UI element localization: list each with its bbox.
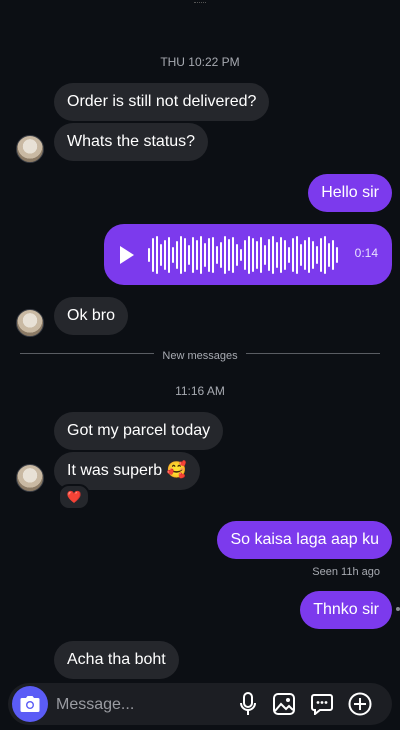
- outgoing-message[interactable]: Thnko sir: [300, 591, 392, 629]
- sticker-icon: [311, 694, 333, 715]
- message-composer: [8, 683, 392, 727]
- scroll-indicator: [396, 607, 400, 611]
- waveform-bar: [212, 236, 214, 273]
- waveform-bar: [320, 237, 322, 272]
- camera-icon: [20, 696, 40, 712]
- plus-button[interactable]: [348, 692, 372, 716]
- microphone-button[interactable]: [236, 692, 260, 716]
- play-icon[interactable]: [120, 246, 134, 264]
- waveform-bar: [264, 244, 266, 265]
- waveform-bar: [244, 239, 246, 270]
- waveform-bar: [312, 240, 314, 269]
- waveform-bar: [168, 236, 170, 273]
- incoming-message[interactable]: Whats the status?: [54, 123, 209, 161]
- waveform-bar: [324, 235, 326, 274]
- waveform-bar: [252, 237, 254, 272]
- waveform-bar: [336, 246, 338, 263]
- waveform-bar: [232, 236, 234, 273]
- timestamp-thu: THU 10:22 PM: [160, 55, 240, 69]
- outgoing-message[interactable]: Hello sir: [308, 174, 392, 212]
- waveform-bar: [164, 239, 166, 270]
- avatar[interactable]: [16, 309, 44, 337]
- incoming-message[interactable]: Order is still not delivered?: [54, 83, 270, 121]
- waveform-bar: [176, 240, 178, 269]
- waveform-bar: [148, 247, 150, 262]
- message-input[interactable]: [54, 683, 238, 727]
- waveform-bar: [308, 236, 310, 273]
- waveform-bar: [292, 237, 294, 272]
- waveform-bar: [204, 242, 206, 267]
- incoming-message[interactable]: Acha tha boht: [54, 641, 179, 679]
- waveform-bar: [220, 241, 222, 268]
- waveform-bar: [152, 237, 154, 272]
- waveform-bar: [332, 239, 334, 270]
- waveform-bar: [240, 248, 242, 261]
- waveform-bar: [216, 245, 218, 264]
- gallery-button[interactable]: [272, 692, 296, 716]
- camera-button[interactable]: [12, 686, 48, 722]
- waveform-bar: [228, 238, 230, 271]
- incoming-message[interactable]: Ok bro: [54, 297, 129, 335]
- waveform-bar: [268, 238, 270, 271]
- waveform-bar: [224, 235, 226, 274]
- plus-icon: [348, 692, 372, 716]
- microphone-icon: [240, 692, 256, 715]
- waveform-bar: [156, 235, 158, 274]
- outgoing-message[interactable]: So kaisa laga aap ku: [217, 521, 392, 559]
- waveform-bar: [184, 237, 186, 272]
- waveform-bar: [208, 237, 210, 272]
- waveform-bar: [272, 235, 274, 274]
- voice-note[interactable]: 0:14: [104, 224, 392, 285]
- waveform-bar: [192, 236, 194, 273]
- waveform-bar: [328, 242, 330, 267]
- gallery-icon: [273, 693, 295, 715]
- waveform-bar: [248, 235, 250, 274]
- waveform: [148, 234, 340, 275]
- waveform-bar: [160, 243, 162, 266]
- waveform-bar: [304, 239, 306, 270]
- waveform-bar: [196, 239, 198, 270]
- waveform-bar: [296, 235, 298, 274]
- waveform-bar: [236, 243, 238, 266]
- new-messages-label: New messages: [154, 350, 246, 362]
- sticker-button[interactable]: [310, 692, 334, 716]
- waveform-bar: [188, 244, 190, 265]
- heart-reaction[interactable]: ❤️: [58, 484, 90, 510]
- voice-duration: 0:14: [354, 246, 378, 260]
- waveform-bar: [288, 246, 290, 263]
- waveform-bar: [172, 246, 174, 263]
- top-edge-indicator: [194, 0, 206, 3]
- incoming-message[interactable]: Got my parcel today: [54, 412, 224, 450]
- waveform-bar: [300, 243, 302, 266]
- avatar[interactable]: [16, 135, 44, 163]
- timestamp-1116: 11:16 AM: [175, 384, 225, 398]
- avatar[interactable]: [16, 464, 44, 492]
- waveform-bar: [260, 236, 262, 273]
- waveform-bar: [256, 240, 258, 269]
- waveform-bar: [316, 245, 318, 264]
- waveform-bar: [200, 235, 202, 274]
- waveform-bar: [276, 241, 278, 268]
- seen-status: Seen 11h ago: [312, 566, 380, 578]
- waveform-bar: [180, 235, 182, 274]
- waveform-bar: [280, 236, 282, 273]
- waveform-bar: [284, 239, 286, 270]
